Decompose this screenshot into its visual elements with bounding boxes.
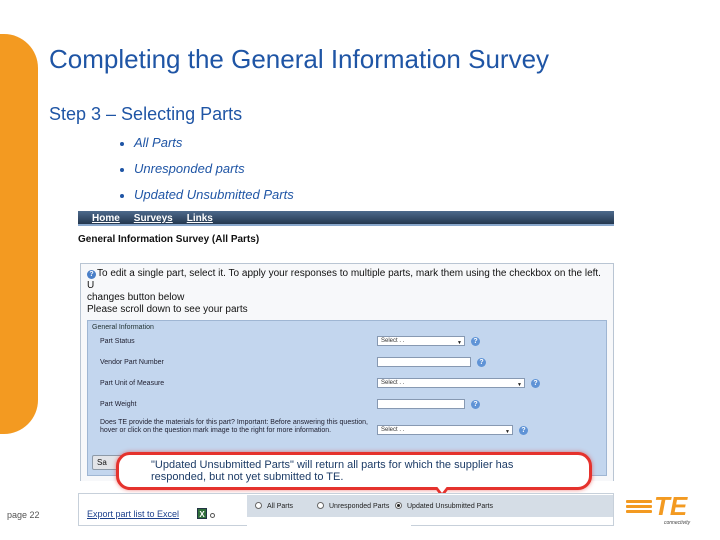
field-label-vendor-part-number: Vendor Part Number	[100, 359, 164, 366]
question-icon[interactable]: ?	[471, 400, 480, 409]
bullet-item: All Parts	[120, 136, 294, 162]
instruction-line: changes button below	[87, 292, 185, 303]
callout-note: "Updated Unsubmitted Parts" will return …	[116, 452, 592, 490]
excel-icon[interactable]: X	[197, 508, 207, 519]
page-number: page 22	[7, 510, 40, 520]
radio-updated-unsubmitted-parts[interactable]: Updated Unsubmitted Parts	[395, 502, 493, 510]
field-label-part-weight: Part Weight	[100, 401, 137, 408]
bullet-dot	[120, 167, 124, 172]
top-nav-bar: Home Surveys Links	[78, 211, 614, 226]
vendor-part-number-input[interactable]	[377, 357, 471, 367]
bullet-item: Unresponded parts	[120, 162, 294, 188]
nav-surveys-link[interactable]: Surveys	[134, 213, 173, 224]
radio-button-icon	[317, 502, 324, 509]
callout-line: responded, but not yet submitted to TE.	[151, 471, 344, 483]
bullet-list: All Parts Unresponded parts Updated Unsu…	[120, 136, 294, 214]
survey-title: General Information Survey (All Parts)	[78, 234, 260, 245]
dropdown-arrow-icon: ▼	[505, 429, 510, 435]
form-heading: General Information	[92, 324, 154, 331]
slide-title: Completing the General Information Surve…	[49, 44, 550, 74]
radio-button-icon	[255, 502, 262, 509]
question-icon[interactable]: ?	[471, 337, 480, 346]
dropdown-arrow-icon: ▼	[457, 340, 462, 346]
part-weight-input[interactable]	[377, 399, 465, 409]
radio-all-parts[interactable]: All Parts	[255, 502, 293, 510]
step-title: Step 3 – Selecting Parts	[49, 104, 243, 124]
radio-unresponded-parts[interactable]: Unresponded Parts	[317, 502, 389, 510]
embedded-screenshot: Home Surveys Links General Information S…	[78, 211, 614, 481]
instructions-text: ? To edit a single part, select it. To ap…	[81, 264, 613, 320]
radio-filter-group: All Parts Unresponded Parts Updated Unsu…	[247, 495, 613, 517]
survey-content-box: ? To edit a single part, select it. To ap…	[80, 263, 614, 481]
orange-side-bar	[0, 34, 38, 434]
parts-filter-bar: Export part list to Excel X All Parts Un…	[78, 493, 614, 527]
field-label-materials-question: Does TE provide the materials for this p…	[100, 419, 368, 434]
field-label-part-unit-of-measure: Part Unit of Measure	[100, 380, 165, 387]
info-icon: ?	[87, 270, 96, 279]
te-logo: TE connectivity	[626, 491, 704, 528]
nav-home-link[interactable]: Home	[92, 213, 120, 224]
field-label-part-status: Part Status	[100, 338, 135, 345]
instruction-line: Please scroll down to see your parts	[87, 304, 248, 315]
question-icon[interactable]: ?	[531, 379, 540, 388]
bullet-text: Unresponded parts	[134, 161, 245, 176]
materials-select[interactable]: Select . . ▼	[377, 425, 513, 435]
te-logo-text: TE	[654, 491, 688, 521]
bullet-text: Updated Unsubmitted Parts	[134, 187, 294, 202]
radio-button-checked-icon	[395, 502, 402, 509]
bullet-dot	[120, 141, 124, 146]
instruction-line: ? To edit a single part, select it. To ap…	[87, 268, 601, 291]
unit-of-measure-select[interactable]: Select . . ▼	[377, 378, 525, 388]
question-icon[interactable]: ?	[519, 426, 528, 435]
circle-icon	[210, 513, 215, 518]
bullet-text: All Parts	[134, 135, 183, 150]
question-icon[interactable]: ?	[477, 358, 486, 367]
dropdown-arrow-icon: ▼	[517, 382, 522, 388]
te-logo-subtext: connectivity	[664, 520, 691, 526]
part-status-select[interactable]: Select . . ▼	[377, 336, 465, 346]
callout-tail-inner	[435, 484, 449, 493]
nav-links-link[interactable]: Links	[187, 213, 213, 224]
export-to-excel-link[interactable]: Export part list to Excel	[87, 509, 179, 519]
te-logo-stripes-icon	[626, 500, 652, 515]
bullet-dot	[120, 193, 124, 198]
callout-line: "Updated Unsubmitted Parts" will return …	[151, 459, 514, 471]
blank-strip	[247, 517, 411, 527]
